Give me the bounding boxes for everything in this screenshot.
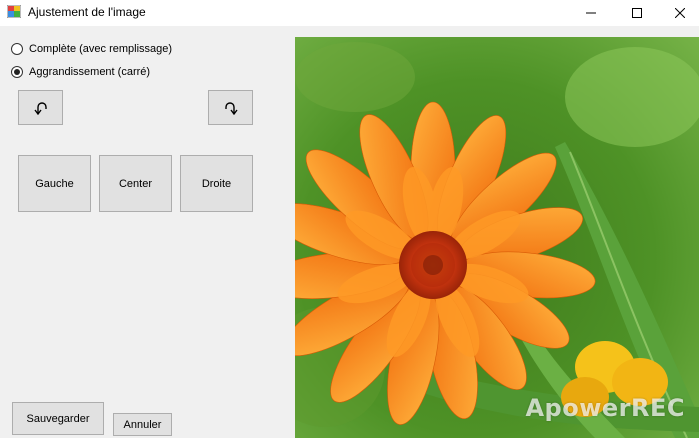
cancel-button[interactable]: Annuler	[113, 413, 172, 436]
window-title: Ajustement de l'image	[28, 5, 146, 19]
align-center-button[interactable]: Center	[99, 155, 172, 212]
rotate-left-button[interactable]	[18, 90, 63, 125]
close-icon	[674, 8, 685, 18]
maximize-icon	[632, 8, 642, 18]
rotate-left-icon	[33, 101, 47, 115]
radio-zoom-indicator[interactable]	[11, 66, 23, 78]
minimize-icon	[586, 12, 596, 14]
title-bar[interactable]: Ajustement de l'image	[0, 0, 699, 26]
save-button[interactable]: Sauvegarder	[12, 402, 104, 435]
watermark-text: ApowerREC	[525, 394, 685, 422]
radio-zoom[interactable]: Aggrandissement (carré)	[11, 64, 150, 80]
image-preview: ApowerREC	[295, 37, 699, 438]
rotate-right-icon	[224, 101, 238, 115]
maximize-button[interactable]	[614, 0, 660, 26]
radio-full[interactable]: Complète (avec remplissage)	[11, 41, 172, 57]
align-right-button[interactable]: Droite	[180, 155, 253, 212]
app-icon	[7, 5, 21, 18]
align-left-button[interactable]: Gauche	[18, 155, 91, 212]
close-button[interactable]	[660, 0, 699, 26]
radio-zoom-label: Aggrandissement (carré)	[29, 66, 151, 78]
flower-image	[295, 37, 699, 438]
rotate-right-button[interactable]	[208, 90, 253, 125]
radio-full-indicator[interactable]	[11, 43, 23, 55]
radio-full-label: Complète (avec remplissage)	[29, 43, 173, 55]
minimize-button[interactable]	[568, 0, 614, 26]
adjust-image-window: Ajustement de l'image Complète (avec rem…	[0, 0, 699, 438]
